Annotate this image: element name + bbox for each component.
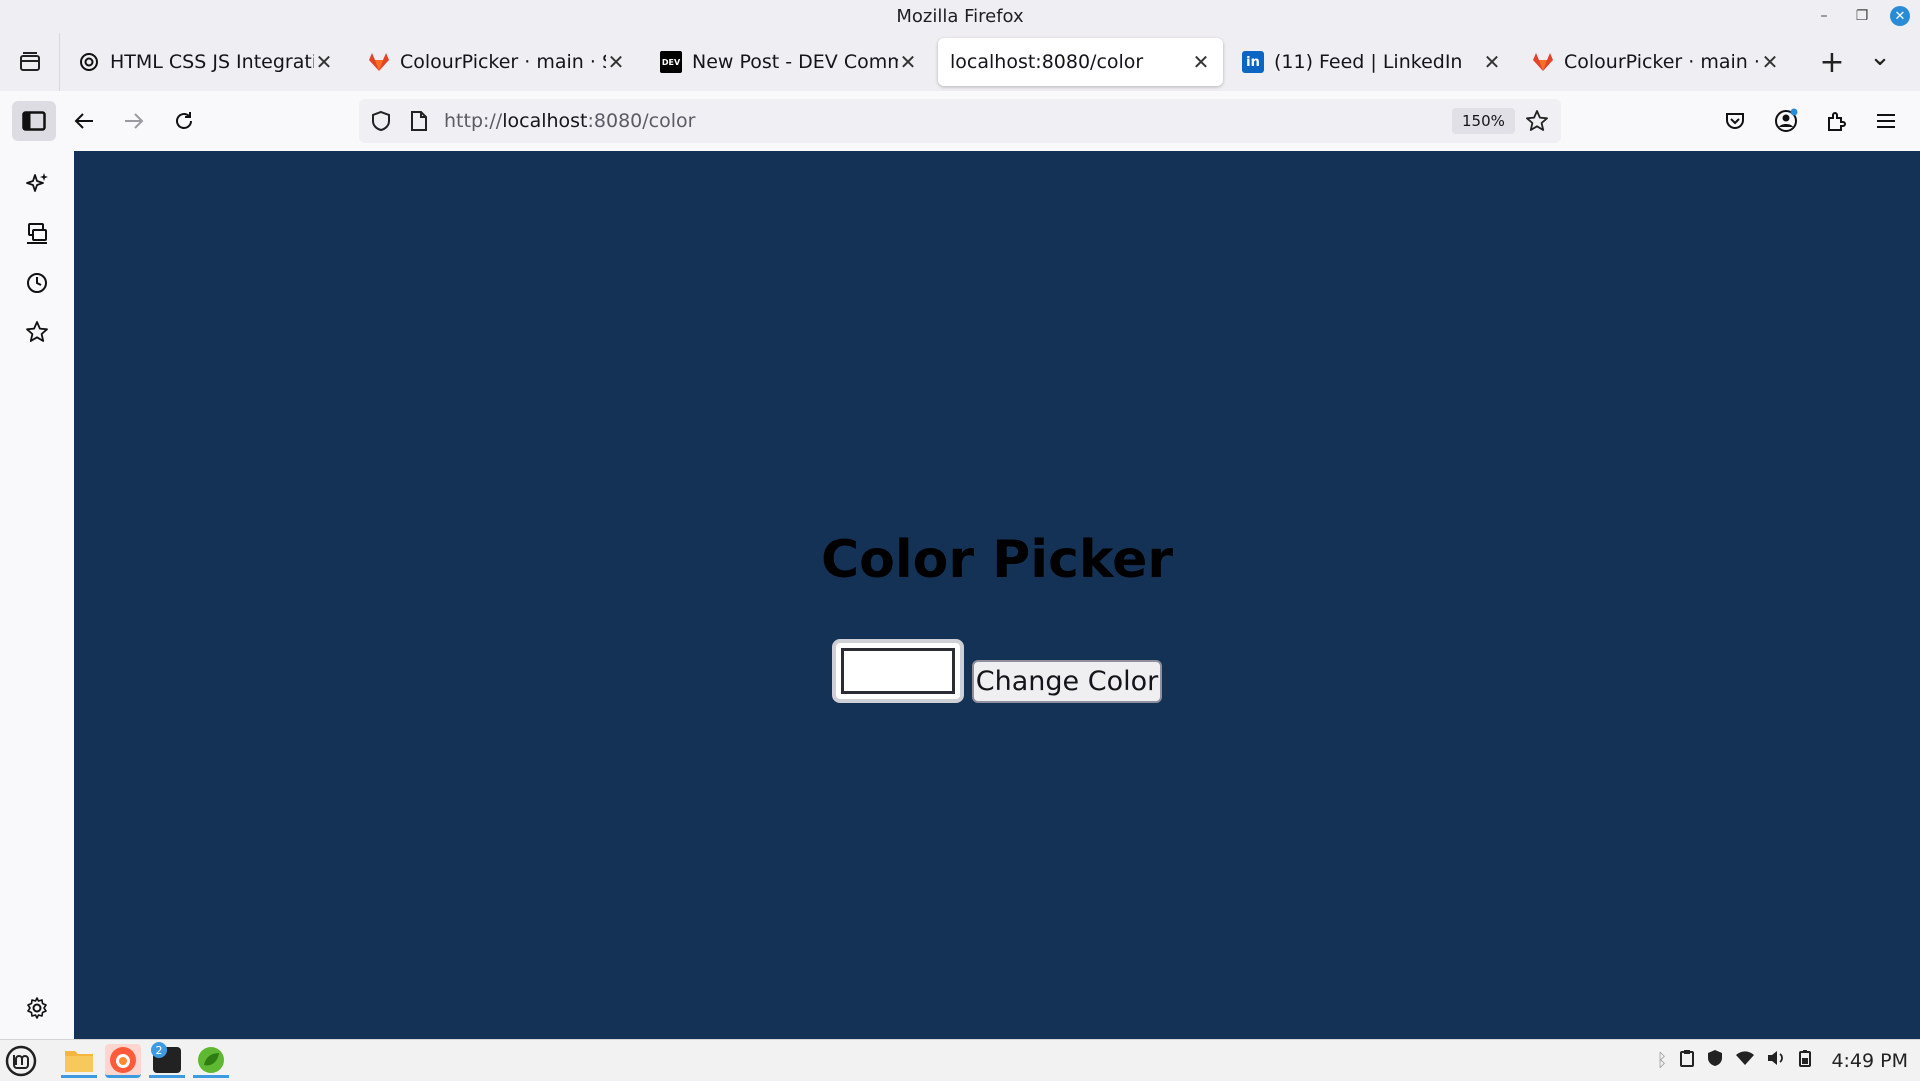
start-menu-button[interactable] xyxy=(3,1044,39,1078)
openai-icon xyxy=(78,51,100,73)
tab-label: New Post - DEV Communi xyxy=(692,51,898,73)
tab-label: HTML CSS JS Integration xyxy=(110,51,314,73)
restore-button[interactable]: ❐ xyxy=(1852,6,1872,26)
dev-icon: DEV xyxy=(660,51,682,73)
tab-close-button[interactable]: ✕ xyxy=(314,50,334,74)
files-app-button[interactable] xyxy=(61,1044,97,1078)
linux-mint-icon xyxy=(5,1045,37,1077)
battery-icon[interactable] xyxy=(1799,1049,1812,1072)
color-input[interactable] xyxy=(832,639,964,703)
account-button[interactable] xyxy=(1766,101,1806,141)
url-host: localhost xyxy=(502,110,588,132)
url-text[interactable]: http://localhost:8080/color xyxy=(444,110,695,132)
tab-colourpicker-2[interactable]: ColourPicker · main · Sudh ✕ xyxy=(1520,38,1792,86)
linkedin-icon: in xyxy=(1242,51,1264,73)
tab-label: localhost:8080/color xyxy=(950,51,1144,73)
color-swatch xyxy=(841,648,955,694)
terminal-window-count-badge: 2 xyxy=(151,1042,167,1058)
tab-label: ColourPicker · main · Sudh xyxy=(400,51,606,73)
history-icon[interactable] xyxy=(22,268,52,298)
app-menu-button[interactable] xyxy=(1866,101,1906,141)
browser-sidebar xyxy=(0,151,74,1039)
forward-arrow-icon xyxy=(125,113,144,129)
page-content: Color Picker Change Color xyxy=(74,151,1920,1039)
tab-strip: HTML CSS JS Integration ✕ ColourPicker ·… xyxy=(0,33,1920,91)
tab-close-button[interactable]: ✕ xyxy=(1482,50,1502,74)
window-titlebar: Mozilla Firefox – ❐ ✕ xyxy=(0,0,1920,33)
zoom-level-badge[interactable]: 150% xyxy=(1452,108,1515,134)
tab-close-button[interactable]: ✕ xyxy=(606,50,626,74)
change-color-button[interactable]: Change Color xyxy=(972,660,1162,703)
sidebar-icon xyxy=(22,111,46,131)
account-icon xyxy=(1775,108,1798,132)
firefox-app-button[interactable] xyxy=(105,1044,141,1078)
bookmarks-icon[interactable] xyxy=(22,317,52,347)
gitlab-icon xyxy=(368,51,390,73)
navigation-toolbar: http://localhost:8080/color 150% xyxy=(0,91,1920,151)
ai-chatbot-icon[interactable] xyxy=(22,168,52,198)
tab-label: (11) Feed | LinkedIn xyxy=(1274,51,1463,73)
tab-colourpicker-1[interactable]: ColourPicker · main · Sudh ✕ xyxy=(356,38,638,86)
tab-linkedin[interactable]: in (11) Feed | LinkedIn ✕ xyxy=(1230,38,1514,86)
shield-icon[interactable] xyxy=(1707,1049,1723,1072)
url-bar[interactable]: http://localhost:8080/color 150% xyxy=(359,99,1561,143)
back-button[interactable] xyxy=(64,101,104,141)
tab-close-button[interactable]: ✕ xyxy=(1191,50,1211,74)
terminal-app-button[interactable]: 2 xyxy=(149,1042,185,1078)
page-title: Color Picker xyxy=(820,530,1174,590)
gitlab-icon xyxy=(1532,51,1554,73)
sidebar-toggle-button[interactable] xyxy=(12,101,56,141)
reload-icon xyxy=(176,112,192,129)
firefox-icon xyxy=(110,1046,136,1073)
folder-icon xyxy=(65,1050,93,1072)
firefox-view-button[interactable] xyxy=(0,33,60,91)
back-arrow-icon xyxy=(74,113,93,129)
tab-html-css-js[interactable]: HTML CSS JS Integration ✕ xyxy=(66,38,346,86)
page-info-icon[interactable] xyxy=(410,110,428,136)
pocket-button[interactable] xyxy=(1715,101,1755,141)
list-all-tabs-button[interactable]: ⌄ xyxy=(1852,42,1908,72)
spring-tool-app-button[interactable] xyxy=(193,1044,229,1078)
minimize-button[interactable]: – xyxy=(1814,6,1834,26)
tab-actions: + ⌄ xyxy=(1812,33,1908,91)
url-scheme: http:// xyxy=(444,110,503,132)
clock[interactable]: 4:49 PM xyxy=(1831,1050,1908,1072)
clipboard-icon[interactable] xyxy=(1679,1049,1695,1072)
forward-button[interactable] xyxy=(114,101,154,141)
sidebar-settings-icon[interactable] xyxy=(22,993,52,1023)
tab-label: ColourPicker · main · Sudh xyxy=(1564,51,1760,73)
hamburger-menu-icon xyxy=(1877,114,1895,128)
tab-dev-community[interactable]: DEV New Post - DEV Communi ✕ xyxy=(648,38,930,86)
url-path: :8080/color xyxy=(587,110,696,132)
window-controls: – ❐ ✕ xyxy=(1814,6,1910,26)
new-tab-button[interactable]: + xyxy=(1812,45,1852,80)
bluetooth-icon[interactable]: ᛒ xyxy=(1657,1050,1668,1071)
extensions-button[interactable] xyxy=(1816,101,1856,141)
tab-close-button[interactable]: ✕ xyxy=(1760,50,1780,74)
puzzle-icon xyxy=(1828,112,1846,131)
bookmark-star-icon[interactable] xyxy=(1525,109,1549,137)
reload-button[interactable] xyxy=(164,101,204,141)
tab-close-button[interactable]: ✕ xyxy=(898,50,918,74)
window-title: Mozilla Firefox xyxy=(896,6,1024,27)
volume-icon[interactable] xyxy=(1767,1050,1787,1071)
tracking-protection-icon[interactable] xyxy=(370,110,392,136)
tab-localhost-color[interactable]: localhost:8080/color ✕ xyxy=(938,38,1223,86)
synced-tabs-icon[interactable] xyxy=(22,218,52,248)
wifi-icon[interactable] xyxy=(1735,1050,1755,1071)
taskbar: 2 ᛒ 4:49 PM xyxy=(0,1039,1920,1080)
pocket-icon xyxy=(1726,113,1744,129)
system-tray: ᛒ 4:49 PM xyxy=(1657,1040,1908,1081)
firefox-view-icon xyxy=(19,52,40,71)
close-window-button[interactable]: ✕ xyxy=(1890,6,1910,26)
spring-leaf-icon xyxy=(198,1046,224,1073)
